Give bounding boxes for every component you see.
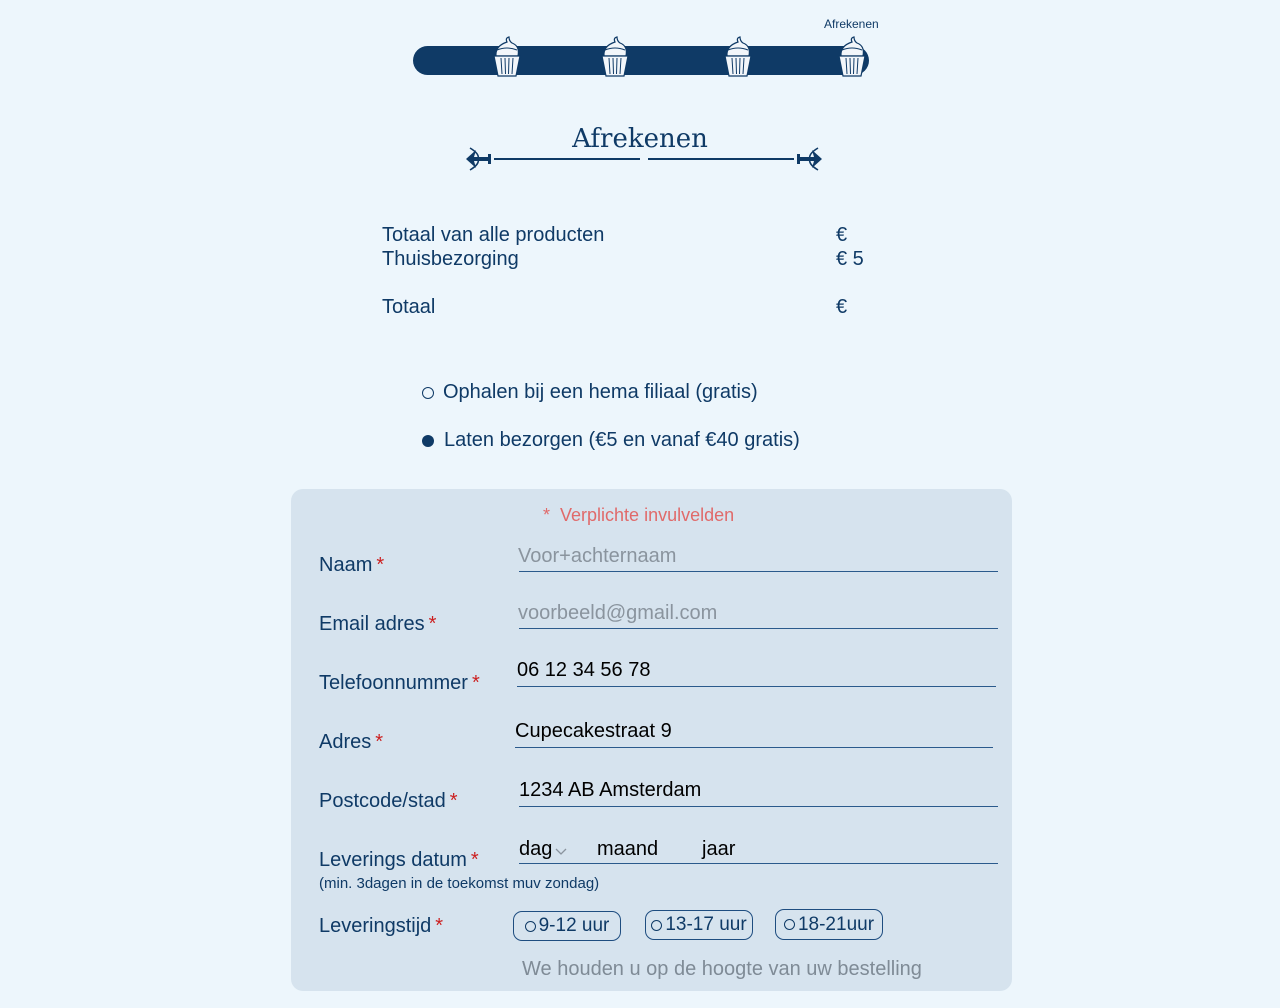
name-placeholder: Voor+achternaam (518, 545, 677, 567)
phone-input[interactable]: 06 12 34 56 78 (517, 658, 996, 687)
chevron-down-icon (555, 848, 567, 855)
address-label-text: Adres (319, 731, 372, 753)
day-select[interactable]: dag (519, 838, 568, 861)
cupcake-step-icon[interactable] (721, 36, 755, 78)
address-value: Cupecakestraat 9 (515, 720, 672, 742)
cupcake-step-icon[interactable] (490, 36, 524, 78)
name-label-text: Naam (319, 554, 373, 576)
radio-unselected-icon (783, 919, 795, 930)
delivery-date-field (519, 836, 998, 864)
phone-label: Telefoonnummer * (319, 672, 480, 695)
delivery-date-label-text: Leverings datum (319, 849, 467, 871)
progress-bar (413, 46, 869, 75)
pickup-option[interactable]: Ophalen bij een hema filiaal (gratis) (422, 381, 758, 404)
phone-value: 06 12 34 56 78 (517, 659, 651, 681)
pickup-option-label: Ophalen bij een hema filiaal (gratis) (443, 381, 758, 403)
year-select[interactable]: jaar (702, 838, 735, 861)
required-note-text: Verplichte invulvelden (560, 505, 735, 525)
required-star: * (470, 849, 479, 871)
radio-unselected-icon (651, 919, 663, 931)
delivery-cost-value: € 5 (836, 248, 864, 270)
postcode-label-text: Postcode/stad (319, 790, 446, 812)
delivery-time-label: Leveringstijd * (319, 915, 443, 938)
email-input[interactable]: voorbeeld@gmail.com (518, 601, 998, 629)
radio-unselected-icon[interactable] (422, 386, 434, 399)
delivery-time-label-text: Leveringstijd (319, 915, 432, 937)
radio-selected-icon[interactable] (422, 434, 434, 447)
cupcake-step-icon[interactable] (598, 36, 632, 78)
name-label: Naam * (319, 554, 384, 577)
time-slot-9-12[interactable]: 9-12 uur (513, 911, 621, 941)
footer-note: We houden u op de hoogte van uw bestelli… (522, 958, 922, 980)
time-slot-13-17[interactable]: 13-17 uur (645, 910, 753, 940)
postcode-value: 1234 AB Amsterdam (519, 779, 702, 801)
products-total-value: € (836, 224, 848, 246)
time-slot-label: 18-21uur (797, 913, 875, 935)
required-star: * (435, 915, 444, 937)
address-input[interactable]: Cupecakestraat 9 (515, 719, 993, 748)
day-select-value: dag (519, 838, 553, 860)
required-star: * (428, 613, 437, 635)
required-star: * (543, 505, 551, 525)
name-input[interactable]: Voor+achternaam (518, 544, 998, 572)
month-select[interactable]: maand (597, 838, 658, 861)
grand-total-label: Totaal (382, 296, 436, 318)
email-placeholder: voorbeeld@gmail.com (518, 602, 718, 624)
required-star: * (375, 731, 384, 753)
products-total-label: Totaal van alle producten (382, 224, 605, 246)
required-star: * (449, 790, 458, 812)
cupcake-step-icon[interactable] (835, 36, 869, 78)
required-fields-note: * Verplichte invulvelden (543, 505, 734, 526)
required-star: * (376, 554, 385, 576)
time-slot-18-21[interactable]: 18-21uur (775, 909, 883, 940)
delivery-cost-label: Thuisbezorging (382, 248, 519, 270)
required-star: * (471, 672, 480, 694)
time-slot-label: 13-17 uur (665, 914, 747, 935)
delivery-date-label: Leverings datum * (319, 849, 479, 872)
postcode-label: Postcode/stad * (319, 790, 458, 813)
email-label: Email adres * (319, 613, 436, 636)
address-label: Adres * (319, 731, 383, 754)
time-slot-label: 9-12 uur (538, 915, 610, 936)
deliver-option[interactable]: Laten bezorgen (€5 en vanaf €40 gratis) (422, 429, 800, 452)
email-label-text: Email adres (319, 613, 425, 635)
progress-step-label: Afrekenen (824, 17, 879, 31)
grand-total-value: € (836, 296, 848, 318)
postcode-input[interactable]: 1234 AB Amsterdam (519, 778, 998, 807)
delivery-date-hint: (min. 3dagen in de toekomst muv zondag) (319, 875, 600, 892)
ornament-divider-icon (466, 147, 822, 171)
phone-label-text: Telefoonnummer (319, 672, 468, 694)
deliver-option-label: Laten bezorgen (€5 en vanaf €40 gratis) (444, 429, 800, 451)
radio-unselected-icon (524, 920, 536, 932)
